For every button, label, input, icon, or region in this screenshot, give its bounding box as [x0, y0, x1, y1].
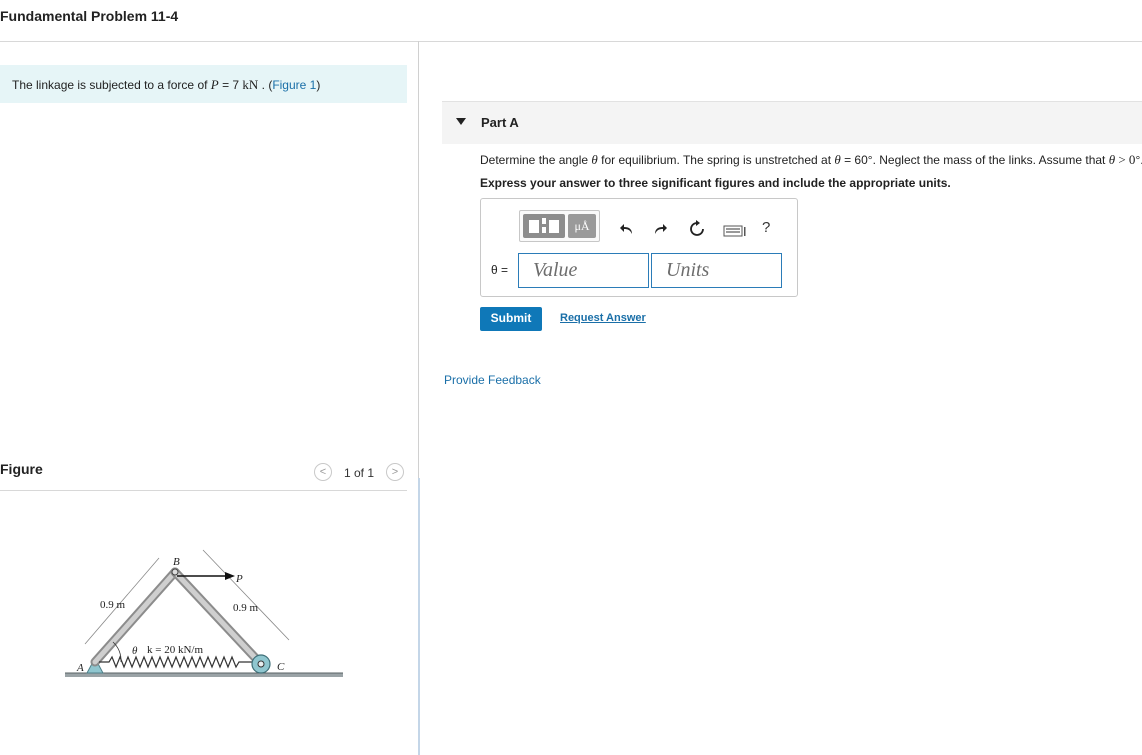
label-theta: θ	[132, 645, 138, 657]
statement-suffix: . (	[258, 78, 273, 92]
value-input[interactable]: Value	[518, 253, 649, 288]
statement-close: )	[316, 78, 321, 92]
force-unit: kN	[242, 77, 259, 92]
previous-figure-button[interactable]: <	[314, 463, 332, 481]
submit-button[interactable]: Submit	[480, 307, 542, 331]
part-a-question: Determine the angle θ for equilibrium. T…	[480, 152, 1142, 168]
request-answer-link[interactable]: Request Answer	[560, 312, 646, 324]
part-a-title: Part A	[481, 115, 519, 130]
statement-equals: = 7	[218, 78, 243, 92]
question-text-4: . Neglect the mass of the links. Assume …	[872, 153, 1109, 167]
right-length-label: 0.9 m	[233, 602, 259, 614]
figure-heading: Figure	[0, 461, 43, 477]
right-dimension-line	[202, 549, 290, 641]
header-divider	[0, 41, 1142, 42]
help-icon[interactable]: ?	[762, 219, 770, 236]
panel-resize-handle[interactable]	[418, 478, 420, 755]
problem-statement-text: The linkage is subjected to a force of P…	[12, 77, 320, 93]
keyboard-icon[interactable]	[723, 224, 747, 238]
provide-feedback-link[interactable]: Provide Feedback	[444, 373, 541, 387]
problem-statement: The linkage is subjected to a force of P…	[0, 65, 407, 103]
label-p: P	[235, 573, 243, 585]
left-length-label: 0.9 m	[100, 599, 126, 611]
reset-icon[interactable]	[688, 220, 706, 238]
pin-c	[257, 660, 265, 668]
next-figure-button[interactable]: >	[386, 463, 404, 481]
page-title: Fundamental Problem 11-4	[0, 8, 179, 24]
part-a-header[interactable]	[442, 101, 1142, 144]
question-text-3: = 60	[840, 153, 868, 167]
units-symbol-button[interactable]: μÅ	[568, 214, 596, 238]
question-text-5: > 0	[1115, 152, 1136, 167]
answer-variable-label: θ =	[491, 263, 509, 277]
force-variable: P	[210, 77, 219, 92]
label-b: B	[173, 556, 180, 568]
linkage-diagram: B P A C θ 0.9 m 0.9 m k = 20 kN/m	[65, 549, 343, 677]
pin-b	[171, 568, 179, 576]
undo-icon[interactable]	[619, 221, 635, 237]
spring-constant-label: k = 20 kN/m	[147, 644, 203, 656]
ground-surface	[65, 673, 343, 677]
question-text-2: for equilibrium. The spring is unstretch…	[597, 153, 835, 167]
label-c: C	[277, 661, 285, 673]
units-input[interactable]: Units	[651, 253, 782, 288]
answer-instruction: Express your answer to three significant…	[480, 176, 951, 190]
spring	[99, 655, 255, 669]
figure-pager-count: 1 of 1	[344, 466, 375, 480]
templates-button[interactable]	[523, 214, 565, 238]
figure-link[interactable]: Figure 1	[272, 78, 316, 92]
figure-divider	[0, 490, 407, 491]
redo-icon[interactable]	[652, 221, 668, 237]
collapse-triangle-icon[interactable]	[456, 118, 466, 125]
label-a: A	[76, 662, 84, 674]
question-text-1: Determine the angle	[480, 153, 592, 167]
templates-icon	[529, 218, 559, 233]
statement-prefix: The linkage is subjected to a force of	[12, 78, 211, 92]
